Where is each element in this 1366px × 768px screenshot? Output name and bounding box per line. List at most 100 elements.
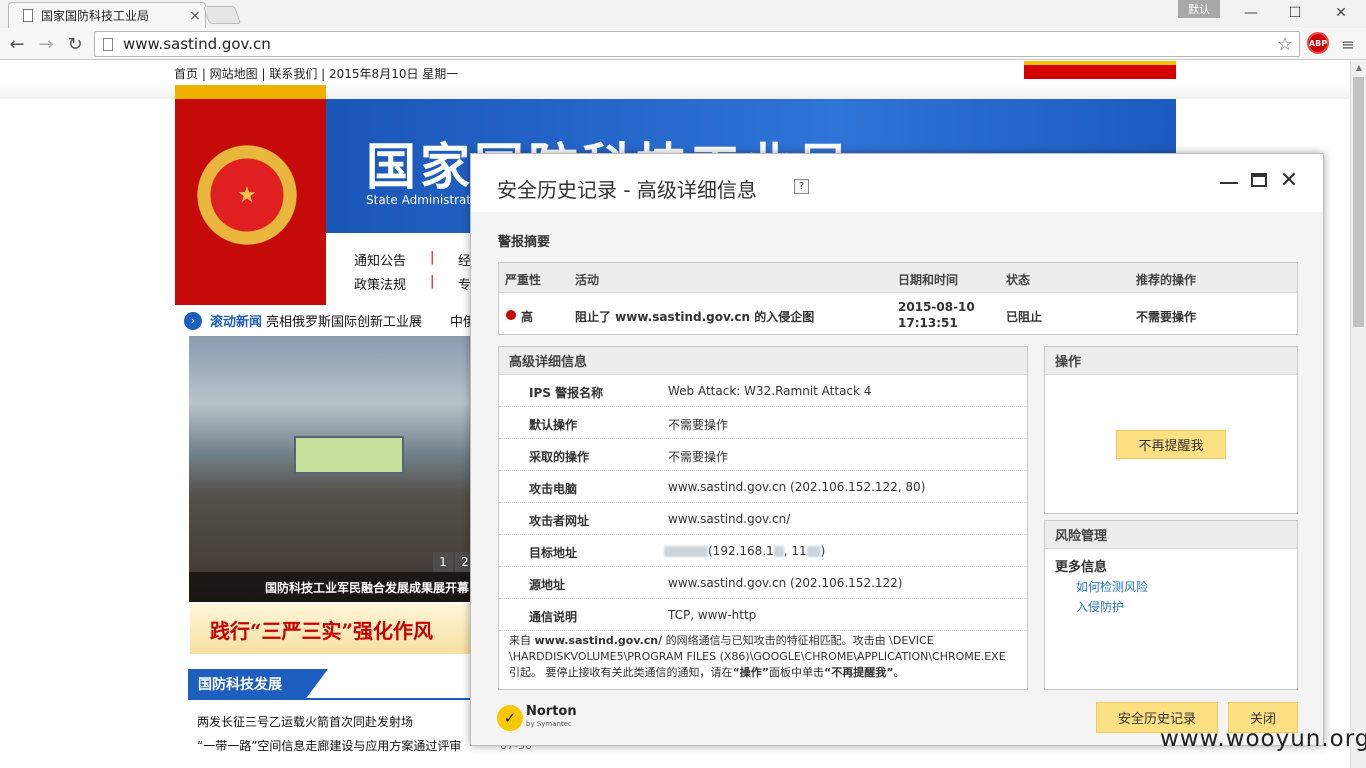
redacted-text [773, 546, 784, 557]
forward-icon[interactable]: → [33, 32, 59, 56]
minimize-icon [1220, 182, 1238, 184]
panel-title: 操作 [1045, 347, 1297, 375]
norton-check-icon: ✓ [497, 705, 523, 731]
detail-value-part: ) [820, 544, 826, 558]
detail-label: 攻击电脑 [529, 482, 578, 496]
description-bold: “操作” [732, 666, 769, 679]
detail-value: www.sastind.gov.cn (202.106.152.122, 80) [668, 480, 926, 494]
activity-value: 阻止了 www.sastind.gov.cn 的入侵企图 [575, 310, 815, 324]
description-bold: www.sastind.gov.cn/ [534, 634, 663, 647]
detail-value: Web Attack: W32.Ramnit Attack 4 [668, 384, 872, 398]
dialog-minimize-button[interactable] [1215, 166, 1243, 194]
url-text[interactable]: www.sastind.gov.cn [123, 35, 1271, 53]
menu-separator: | [430, 250, 435, 265]
conference-stage [294, 436, 404, 474]
status-value: 已阻止 [1006, 310, 1043, 324]
watermark-text: www.wooyun.org [1160, 726, 1366, 752]
description-text: 来自 [509, 634, 535, 647]
norton-logo: ✓ Norton by Symantec [497, 705, 577, 731]
section-title[interactable]: 国防科技发展 [188, 669, 328, 699]
detail-value: TCP, www-http [668, 608, 757, 622]
back-icon[interactable]: ← [4, 32, 30, 56]
page-info-icon[interactable] [103, 37, 113, 51]
detail-value: 不需要操作 [668, 450, 729, 464]
help-icon[interactable]: ? [794, 179, 809, 194]
detail-row: 目标地址 (192.168.1 , 11) [499, 535, 1027, 567]
severity-value: 高 [521, 310, 534, 324]
norton-name: Norton [526, 704, 577, 719]
browser-tab[interactable]: 国家国防科技工业局 × [8, 2, 206, 28]
ticker-item[interactable]: 亮相俄罗斯国际创新工业展 [266, 311, 422, 330]
detail-value: (192.168.1 , 11) [664, 544, 825, 558]
scroll-up-icon[interactable]: ▲ [1351, 61, 1366, 75]
tab-title: 国家国防科技工业局 [41, 9, 150, 23]
dialog-title: 安全历史记录 - 高级详细信息 [497, 178, 757, 202]
detail-label: 攻击者网址 [529, 514, 590, 528]
tab-close-icon[interactable]: × [185, 8, 205, 24]
recommended-action-value: 不需要操作 [1136, 310, 1197, 324]
pager-item[interactable]: 1 [433, 552, 453, 572]
pager-item[interactable]: 2 [455, 552, 471, 572]
detail-row: 源地址 www.sastind.gov.cn (202.106.152.122) [499, 567, 1027, 599]
detail-label: 源地址 [529, 578, 566, 592]
bookmark-star-icon[interactable]: ☆ [1271, 34, 1299, 55]
norton-brand: Norton by Symantec [526, 705, 577, 731]
link-intrusion-prevention[interactable]: 入侵防护 [1076, 598, 1124, 615]
slogan-banner[interactable]: 践行“三严三实”强化作风 [190, 604, 471, 654]
dialog-maximize-button[interactable] [1245, 166, 1273, 194]
redacted-text [664, 546, 708, 557]
chrome-menu-icon[interactable]: ≡ [1336, 32, 1360, 56]
news-item[interactable]: 两发长征三号乙运载火箭首次同赴发射场 [197, 713, 413, 730]
column-header: 日期和时间 [898, 273, 959, 287]
panel-title: 高级详细信息 [499, 347, 1027, 375]
link-detect-risk[interactable]: 如何检测风险 [1076, 578, 1148, 595]
window-close-icon[interactable]: ✕ [1318, 2, 1364, 24]
alert-summary-label: 警报摘要 [498, 235, 551, 250]
news-item[interactable]: “一带一路”空间信息走廊建设与应用方案通过评审 [197, 737, 461, 754]
reload-icon[interactable]: ↻ [62, 32, 88, 56]
date-value: 2015-08-10 [898, 300, 975, 314]
news-ticker: › 滚动新闻 亮相俄罗斯国际创新工业展 中俄 [184, 311, 476, 330]
news-photo[interactable]: 1 2 国防科技工业军民融合发展成果展开幕 [189, 336, 471, 602]
window-maximize-icon[interactable]: ☐ [1272, 2, 1318, 24]
description-text: 。 [893, 666, 905, 679]
address-bar[interactable]: www.sastind.gov.cn ☆ [94, 31, 1300, 57]
norton-byline: by Symantec [526, 720, 572, 728]
advanced-details-panel: 高级详细信息 IPS 警报名称 Web Attack: W32.Ramnit A… [498, 346, 1028, 690]
scrollbar-thumb[interactable] [1353, 77, 1364, 327]
chevron-right-icon: › [184, 311, 202, 330]
column-header: 推荐的操作 [1136, 273, 1197, 287]
time-value: 17:13:51 [898, 316, 958, 330]
detail-label: 目标地址 [529, 546, 578, 560]
detail-value: 不需要操作 [668, 418, 729, 432]
detail-row: 攻击者网址 www.sastind.gov.cn/ [499, 503, 1027, 535]
national-emblem-icon: ★ [189, 137, 305, 253]
dont-remind-button[interactable]: 不再提醒我 [1116, 430, 1226, 459]
menu-item-policy[interactable]: 政策法规 [354, 274, 406, 293]
detail-label: 通信说明 [529, 610, 578, 624]
photo-caption[interactable]: 国防科技工业军民融合发展成果展开幕 [189, 572, 471, 602]
column-header: 活动 [575, 273, 600, 287]
norton-dialog: 安全历史记录 - 高级详细信息 ? ✕ 警报摘要 严重性 活动 日期和时间 状态… [470, 153, 1324, 746]
menu-item-notices[interactable]: 通知公告 [354, 250, 406, 269]
detail-label: IPS 警报名称 [529, 386, 604, 400]
column-header: 严重性 [505, 273, 542, 287]
detail-row: 默认操作 不需要操作 [499, 407, 1027, 439]
dialog-header: 安全历史记录 - 高级详细信息 ? ✕ [471, 154, 1323, 212]
top-flag-strip [1024, 61, 1176, 79]
window-minimize-icon[interactable]: — [1228, 2, 1274, 24]
risk-management-panel: 风险管理 更多信息 如何检测风险 入侵防护 [1044, 520, 1298, 690]
menu-separator: | [430, 274, 435, 289]
section-underline [188, 698, 470, 700]
photo-pager: 1 2 [433, 552, 471, 572]
profile-button[interactable]: 默认 [1178, 0, 1220, 18]
detail-value-part: (192.168.1 [708, 544, 774, 558]
new-tab-button[interactable] [202, 6, 242, 24]
page-scrollbar[interactable]: ▲ [1350, 61, 1366, 768]
adblock-icon[interactable]: ABP [1307, 32, 1329, 54]
dialog-close-icon[interactable]: ✕ [1275, 166, 1303, 194]
detail-row: IPS 警报名称 Web Attack: W32.Ramnit Attack 4 [499, 375, 1027, 407]
site-top-nav[interactable]: 首页 | 网站地图 | 联系我们 | 2015年8月10日 星期一 [174, 65, 458, 82]
detail-row: 采取的操作 不需要操作 [499, 439, 1027, 471]
alert-description: 来自 www.sastind.gov.cn/ 的网络通信与已知攻击的特征相匹配。… [509, 633, 1019, 681]
